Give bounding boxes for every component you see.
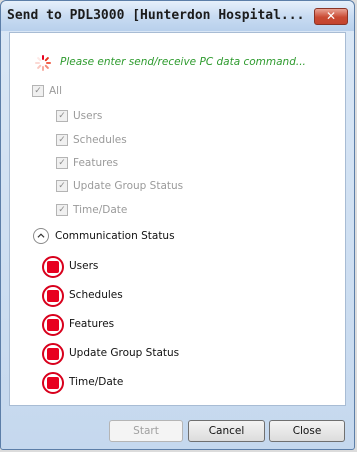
cancel-button[interactable]: Cancel <box>188 420 265 442</box>
status-label: Users <box>69 260 99 272</box>
chevron-up-icon[interactable] <box>33 228 49 244</box>
check-icon: ✓ <box>56 204 68 216</box>
window-title: Send to PDL3000 [Hunterdon Hospital... <box>7 8 305 23</box>
checkbox-label: Users <box>73 110 103 122</box>
stop-status-icon <box>42 372 64 394</box>
checkbox-all-label: All <box>49 85 63 97</box>
start-button[interactable]: Start <box>109 420 183 442</box>
checkbox-label: Schedules <box>73 134 127 146</box>
check-icon: ✓ <box>56 180 68 192</box>
title-bar[interactable]: Send to PDL3000 [Hunterdon Hospital... ✕ <box>1 1 354 31</box>
loading-spinner-icon <box>35 55 51 71</box>
checkbox-label: Update Group Status <box>73 180 184 192</box>
communication-status-label: Communication Status <box>55 230 175 242</box>
send-dialog-window: Send to PDL3000 [Hunterdon Hospital... ✕… <box>0 0 355 450</box>
check-icon: ✓ <box>56 110 68 122</box>
check-icon: ✓ <box>56 157 68 169</box>
status-label: Schedules <box>69 289 123 301</box>
status-label: Time/Date <box>69 376 124 388</box>
button-bar: Start Cancel Close <box>1 406 356 451</box>
status-label: Update Group Status <box>69 347 180 359</box>
dialog-content: Please enter send/receive PC data comman… <box>9 32 346 406</box>
check-icon: ✓ <box>56 134 68 146</box>
prompt-text: Please enter send/receive PC data comman… <box>60 56 306 68</box>
stop-status-icon <box>42 314 64 336</box>
status-label: Features <box>69 318 115 330</box>
close-button[interactable]: Close <box>269 420 345 442</box>
stop-status-icon <box>42 256 64 278</box>
check-icon: ✓ <box>32 85 44 97</box>
checkbox-label: Features <box>73 157 119 169</box>
stop-status-icon <box>42 343 64 365</box>
close-window-button[interactable]: ✕ <box>314 8 348 25</box>
checkbox-label: Time/Date <box>73 204 128 216</box>
stop-status-icon <box>42 285 64 307</box>
